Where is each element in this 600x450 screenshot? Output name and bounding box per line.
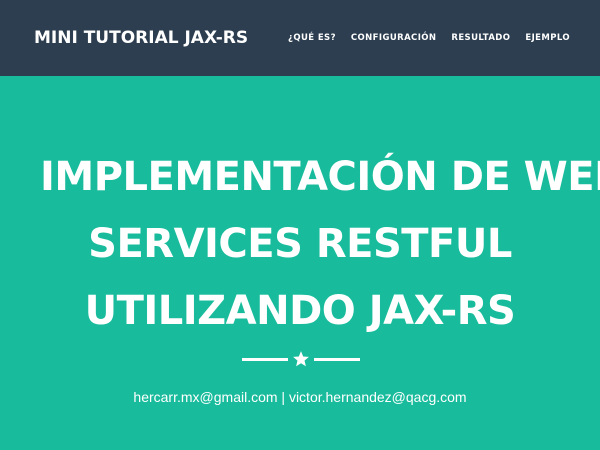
nav-item-ejemplo[interactable]: EJEMPLO xyxy=(525,32,570,44)
hero-section: IMPLEMENTACIÓN DE WEB SERVICES RESTFUL U… xyxy=(0,76,600,450)
divider-line-left xyxy=(242,358,288,361)
nav-item-configuracion[interactable]: CONFIGURACIÓN xyxy=(351,32,437,44)
star-divider xyxy=(242,351,360,367)
divider-line-right xyxy=(314,358,360,361)
title-line-2: SERVICES RESTFUL xyxy=(88,221,512,267)
title-line-1: IMPLEMENTACIÓN DE WEB xyxy=(40,154,600,200)
nav-item-que-es[interactable]: ¿QUÉ ES? xyxy=(288,32,336,44)
brand-link[interactable]: MINI TUTORIAL JAX-RS xyxy=(34,28,248,48)
navbar: MINI TUTORIAL JAX-RS ¿QUÉ ES? CONFIGURAC… xyxy=(0,0,600,76)
nav-menu: ¿QUÉ ES? CONFIGURACIÓN RESULTADO EJEMPLO xyxy=(273,32,570,44)
star-icon xyxy=(293,351,309,367)
page-title: IMPLEMENTACIÓN DE WEB SERVICES RESTFUL U… xyxy=(40,144,600,345)
title-line-3: UTILIZANDO JAX-RS xyxy=(84,288,516,334)
nav-item-resultado[interactable]: RESULTADO xyxy=(451,32,510,44)
contact-emails: hercarr.mx@gmail.com | victor.hernandez@… xyxy=(133,389,467,405)
